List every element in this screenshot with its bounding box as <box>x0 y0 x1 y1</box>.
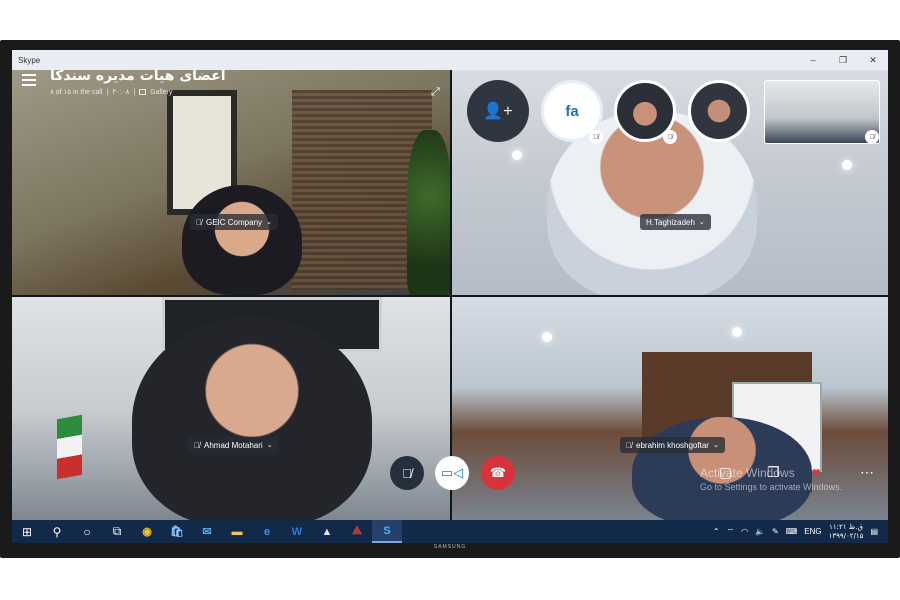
add-people-button[interactable]: 👤+ <box>467 80 529 142</box>
clock[interactable]: ۱۱:۲۱ ق.ظ ۱۳۹۹/۰۲/۱۵ <box>829 523 864 541</box>
ceiling-light <box>732 327 742 337</box>
participant-video <box>132 317 372 522</box>
video-tile-motahari[interactable]: 🎙̸ Ahmad Motahari ⌄ <box>12 297 450 522</box>
mail-icon[interactable]: ✉ <box>192 520 222 543</box>
call-duration: ۳۰:۰۸ <box>112 89 130 96</box>
task-view-icon[interactable]: ⧉ <box>102 520 132 543</box>
call-title: اعضای هیات مدیره سندکا <box>50 68 226 84</box>
screen: Skype – ❐ ✕ 🎙̸ GEIC Company ⌄ H.Taghizad… <box>12 50 888 543</box>
chrome-icon[interactable]: ◉ <box>132 520 162 543</box>
ceiling-light <box>542 332 552 342</box>
heart-icon[interactable]: ♥ <box>812 464 820 480</box>
avatar-initials: fa <box>565 102 579 120</box>
keyboard-icon[interactable]: ⌨ <box>786 527 798 536</box>
chevron-down-icon: ⌄ <box>712 442 719 449</box>
window-controls: – ❐ ✕ <box>798 50 888 70</box>
mic-off-icon: 🎙̸ <box>402 465 412 481</box>
self-preview[interactable] <box>764 80 880 144</box>
participants-count: ۸ of ۱۵ in the call <box>50 89 103 96</box>
chevron-down-icon: ⌄ <box>266 442 273 449</box>
video-icon: ▭◁ <box>440 465 464 480</box>
cortana-icon[interactable]: ○ <box>72 520 102 543</box>
pen-icon[interactable]: ✎ <box>772 527 779 536</box>
clock-time: ۱۱:۲۱ ق.ظ <box>829 522 863 531</box>
video-button[interactable]: ▭◁ <box>435 456 469 490</box>
ceiling-light <box>512 150 522 160</box>
avatar-participant[interactable] <box>688 80 750 142</box>
mic-off-icon: 🎙̸ <box>194 440 200 450</box>
close-button[interactable]: ✕ <box>858 50 888 70</box>
word-icon[interactable]: W <box>282 520 312 543</box>
edge-icon[interactable]: e <box>252 520 282 543</box>
hangup-button[interactable]: ☎ <box>481 456 515 490</box>
mic-off-icon: 🎙̸ <box>663 130 677 144</box>
video-grid: 🎙̸ GEIC Company ⌄ H.Taghizadeh ⌄ 🎙̸ Ahma… <box>12 70 888 522</box>
switch-view-icon[interactable]: ⤢ <box>431 86 440 99</box>
participant-name: ebrahim khoshgoftar <box>636 440 709 450</box>
name-tag-taghizadeh[interactable]: H.Taghizadeh ⌄ <box>640 214 711 230</box>
plant <box>407 130 450 295</box>
search-icon[interactable]: ⚲ <box>42 520 72 543</box>
photos-icon[interactable]: ▲ <box>312 520 342 543</box>
taskbar: ⊞ ⚲ ○ ⧉ ◉ 🛍 ✉ ▬ e W ▲ ⟁ S ⌃ ⌔ ◠ 🔈 ✎ ⌨ EN… <box>12 520 888 543</box>
title-bar: Skype – ❐ ✕ <box>12 50 888 70</box>
chevron-up-icon[interactable]: ⌃ <box>713 527 720 536</box>
notification-icon[interactable]: ▤ <box>870 527 878 536</box>
ceiling-light <box>842 160 852 170</box>
hangup-icon: ☎ <box>489 465 507 480</box>
mic-off-icon: 🎙̸ <box>196 217 202 227</box>
windows-start-icon[interactable]: ⊞ <box>12 520 42 543</box>
gallery-icon <box>139 89 147 95</box>
name-tag-geic[interactable]: 🎙̸ GEIC Company ⌄ <box>190 214 278 230</box>
chevron-down-icon: ⌄ <box>698 219 705 226</box>
mic-off-icon: 🎙̸ <box>626 440 632 450</box>
activate-windows-title: Activate Windows <box>700 466 795 480</box>
wifi-icon[interactable]: ◠ <box>741 527 748 536</box>
view-mode[interactable]: Gallery <box>150 89 172 96</box>
participant-video <box>182 185 302 295</box>
more-options-icon[interactable]: ⋯ <box>860 464 874 481</box>
chevron-down-icon: ⌄ <box>266 219 272 226</box>
participant-name: GEIC Company <box>206 217 263 227</box>
system-tray: ⌃ ⌔ ◠ 🔈 ✎ ⌨ ENG ۱۱:۲۱ ق.ظ ۱۳۹۹/۰۲/۱۵ ▤ <box>713 520 888 543</box>
skype-icon[interactable]: S <box>372 520 402 543</box>
minimize-button[interactable]: – <box>798 50 828 70</box>
mic-off-icon: 🎙̸ <box>865 130 879 144</box>
store-icon[interactable]: 🛍 <box>162 520 192 543</box>
mute-button[interactable]: 🎙̸ <box>390 456 424 490</box>
clock-date: ۱۳۹۹/۰۲/۱۵ <box>828 531 864 540</box>
name-tag-khoshgoftar[interactable]: 🎙̸ ebrahim khoshgoftar ⌄ <box>620 437 725 453</box>
language-indicator[interactable]: ENG <box>804 527 821 536</box>
activate-windows-subtitle: Go to Settings to activate Windows. <box>700 482 843 492</box>
monitor-brand: SAMSUNG <box>433 544 467 550</box>
call-subtitle: ۸ of ۱۵ in the call | ۳۰:۰۸ | Gallery <box>50 88 173 97</box>
acrobat-icon[interactable]: ⟁ <box>342 520 372 543</box>
restore-button[interactable]: ❐ <box>828 50 858 70</box>
mic-off-icon: 🎙̸ <box>589 130 603 144</box>
add-person-icon: 👤+ <box>483 103 513 120</box>
participant-name: Ahmad Motahari <box>204 440 263 450</box>
network-icon[interactable]: ⌔ <box>727 527 735 537</box>
flag <box>57 414 82 480</box>
file-explorer-icon[interactable]: ▬ <box>222 520 252 543</box>
participant-name: H.Taghizadeh <box>646 217 695 227</box>
app-name: Skype <box>18 55 41 65</box>
menu-icon[interactable] <box>22 74 36 86</box>
volume-icon[interactable]: 🔈 <box>755 527 765 536</box>
video-tile-geic[interactable]: 🎙̸ GEIC Company ⌄ <box>12 70 450 295</box>
name-tag-motahari[interactable]: 🎙̸ Ahmad Motahari ⌄ <box>188 437 279 453</box>
